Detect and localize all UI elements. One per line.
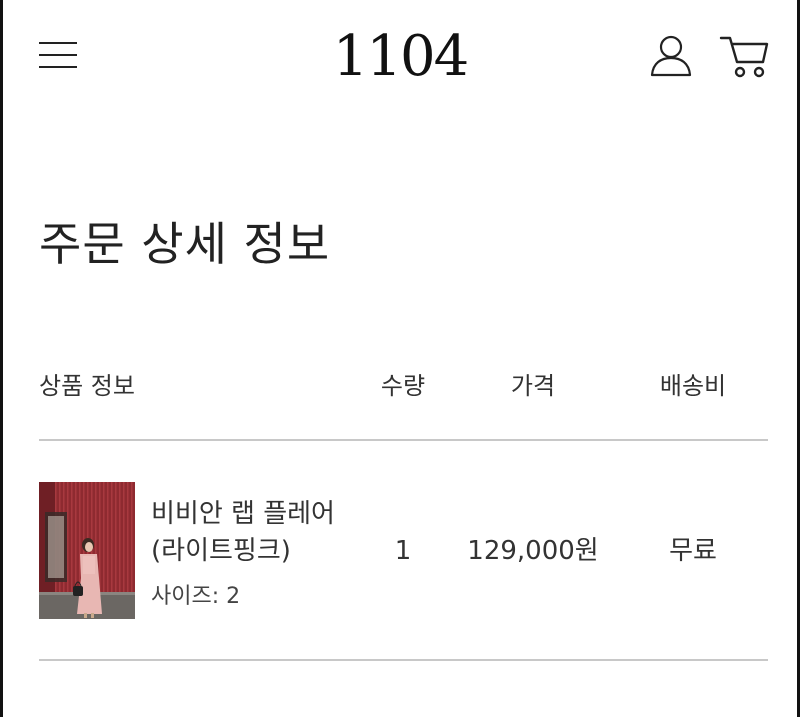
cart-icon[interactable] [719,34,771,80]
column-header-product: 상품 정보 [39,372,135,400]
page-title: 주문 상세 정보 [39,217,331,271]
table-divider [39,439,768,441]
shipping-value: 무료 [669,536,717,566]
page-frame: 1104 주문 상세 정보 상품 정보 수량 가격 배송비 비비안 랩 플레어 … [0,0,800,717]
column-header-price: 가격 [510,372,556,400]
column-header-shipping: 배송비 [659,372,727,400]
table-divider [39,659,768,661]
product-name[interactable]: 비비안 랩 플레어 (라이트핑크) [151,496,371,570]
product-thumbnail[interactable] [39,482,135,619]
product-option: 사이즈: 2 [151,584,241,609]
product-name-line: 비비안 랩 플레어 [151,499,335,529]
column-header-quantity: 수량 [380,372,426,400]
product-photo [39,482,135,619]
user-icon[interactable] [649,34,693,78]
price-value: 129,000원 [467,536,599,566]
product-name-color: (라이트핑크) [151,536,291,566]
